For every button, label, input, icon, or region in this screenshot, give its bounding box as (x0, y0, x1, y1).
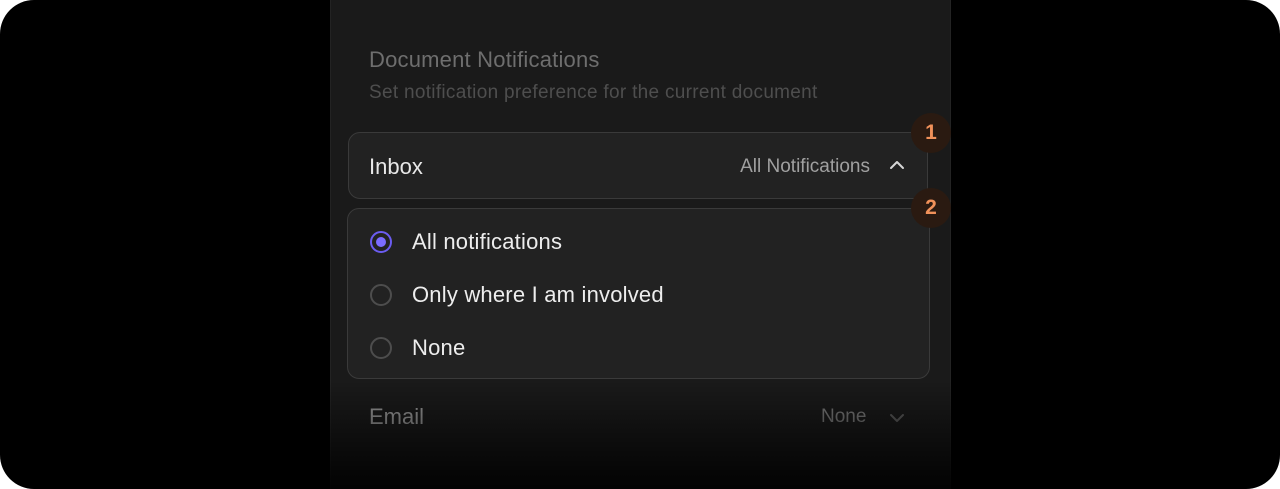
chevron-up-icon[interactable] (889, 159, 905, 171)
radio-unselected[interactable] (370, 284, 392, 306)
option-label: All notifications (412, 229, 563, 254)
option-all-notifications[interactable]: All notifications (370, 222, 910, 262)
option-label: None (412, 335, 466, 360)
section-subtitle: Set notification preference for the curr… (369, 82, 818, 103)
inbox-label: Inbox (369, 154, 423, 179)
inbox-selected-value: All Notifications (740, 156, 870, 177)
inbox-options-dropdown: All notifications Only where I am involv… (347, 208, 930, 379)
option-only-involved[interactable]: Only where I am involved (370, 275, 910, 315)
option-none[interactable]: None (370, 328, 910, 368)
section-title: Document Notifications (369, 47, 600, 72)
email-label: Email (369, 404, 425, 429)
step-badge-2: 2 (911, 188, 951, 228)
radio-selected[interactable] (370, 231, 392, 253)
step-badge-1: 1 (911, 113, 951, 153)
chevron-down-icon[interactable] (889, 412, 905, 424)
radio-unselected[interactable] (370, 337, 392, 359)
inbox-select[interactable]: Inbox All Notifications (348, 132, 928, 199)
option-label: Only where I am involved (412, 282, 664, 307)
email-selected-value[interactable]: None (821, 406, 866, 428)
screenshot-frame: Document Notifications Set notification … (0, 0, 1280, 489)
